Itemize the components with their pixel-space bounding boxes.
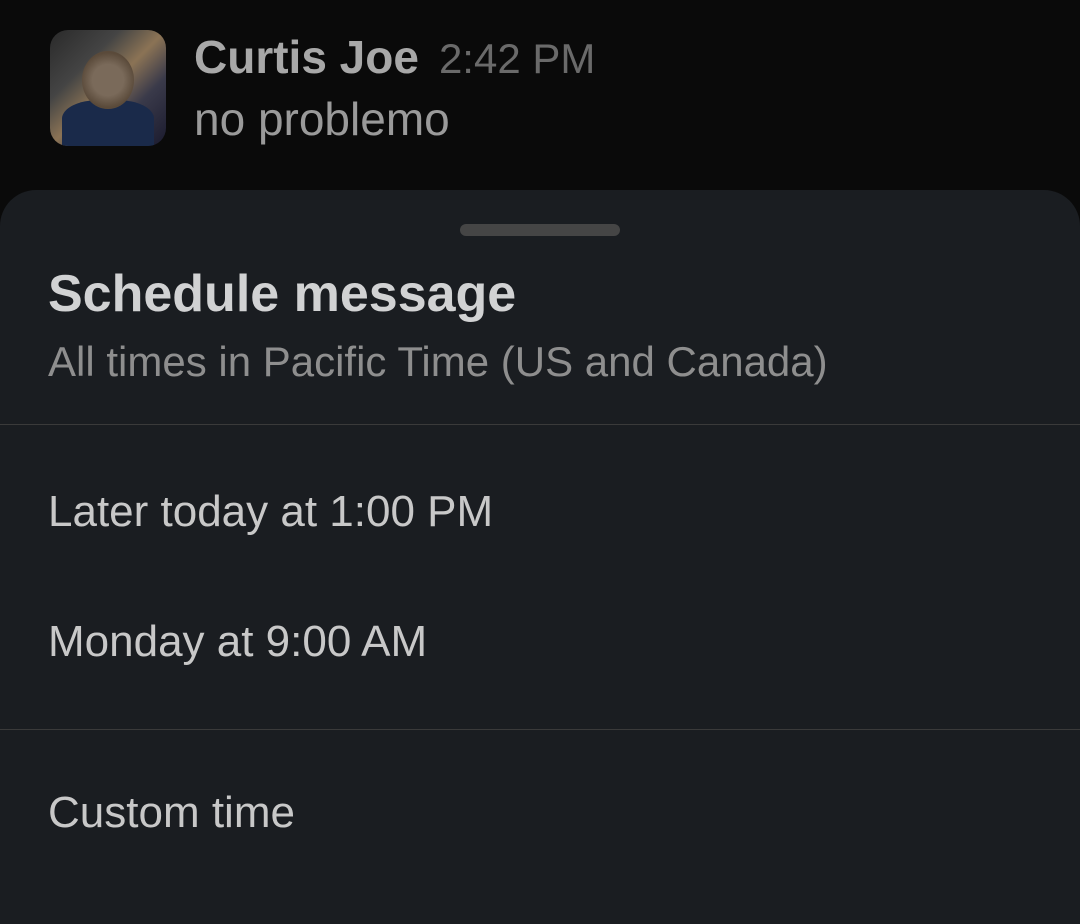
schedule-option-later-today[interactable]: Later today at 1:00 PM bbox=[0, 447, 1080, 577]
author-name[interactable]: Curtis Joe bbox=[194, 30, 419, 84]
message-row: Curtis Joe 2:42 PM no problemo bbox=[0, 0, 1080, 146]
timestamp: 2:42 PM bbox=[439, 35, 595, 83]
message-text: no problemo bbox=[194, 92, 595, 146]
avatar[interactable] bbox=[50, 30, 166, 146]
sheet-header: Schedule message All times in Pacific Ti… bbox=[0, 236, 1080, 424]
sheet-subtitle: All times in Pacific Time (US and Canada… bbox=[48, 338, 1032, 386]
drag-handle[interactable] bbox=[460, 224, 620, 236]
message-content: Curtis Joe 2:42 PM no problemo bbox=[194, 30, 595, 146]
option-group: Later today at 1:00 PM Monday at 9:00 AM bbox=[0, 425, 1080, 729]
schedule-option-custom[interactable]: Custom time bbox=[0, 730, 1080, 878]
message-header: Curtis Joe 2:42 PM bbox=[194, 30, 595, 84]
sheet-title: Schedule message bbox=[48, 264, 1032, 324]
schedule-sheet: Schedule message All times in Pacific Ti… bbox=[0, 190, 1080, 924]
schedule-option-monday[interactable]: Monday at 9:00 AM bbox=[0, 577, 1080, 707]
